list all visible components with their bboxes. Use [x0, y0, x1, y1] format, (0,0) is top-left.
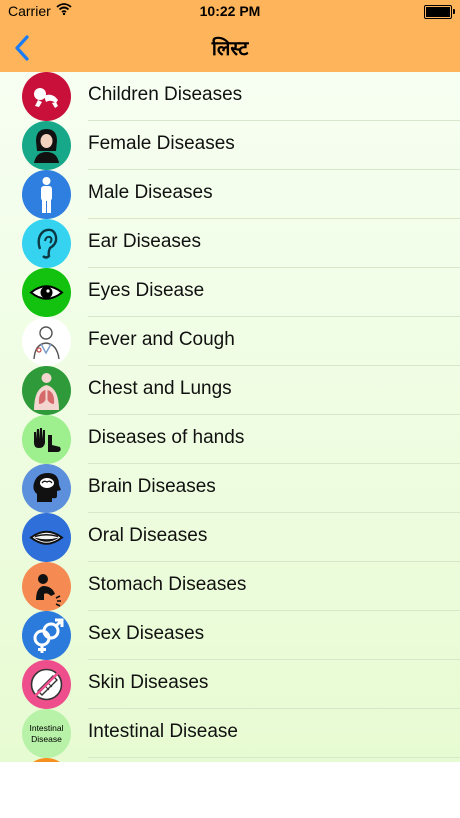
status-bar: Carrier 10:22 PM: [0, 0, 460, 22]
eye-icon: [22, 268, 71, 317]
list-item-female-diseases[interactable]: Female Diseases: [0, 121, 460, 170]
list-item-oral-diseases[interactable]: Oral Diseases: [0, 513, 460, 562]
list-item-label: Chest and Lungs: [88, 378, 232, 399]
gender-icon: [22, 611, 71, 660]
list-item-skin-diseases[interactable]: Skin Diseases: [0, 660, 460, 709]
list-item-label: Intestinal Disease: [88, 721, 238, 742]
list-item-fever-and-cough[interactable]: Fever and Cough: [0, 317, 460, 366]
list-item-label: Ear Diseases: [88, 231, 201, 252]
list-item-label: Sex Diseases: [88, 623, 205, 644]
list-item-label: Skin Diseases: [88, 672, 209, 693]
list-item-chest-and-lungs[interactable]: Chest and Lungs: [0, 366, 460, 415]
list-item-label: Female Diseases: [88, 133, 235, 154]
brain-icon: [22, 464, 71, 513]
man-icon: [22, 170, 71, 219]
list-item-label: Fever and Cough: [88, 329, 235, 350]
intestinal-icon: Intestinal Disease: [22, 709, 71, 758]
list-item-intestinal-disease[interactable]: Intestinal Disease Intestinal Disease: [0, 709, 460, 758]
list-item-stomach-diseases[interactable]: Stomach Diseases: [0, 562, 460, 611]
page-title: लिस्ट: [211, 36, 249, 60]
list-item-label: Brain Diseases: [88, 476, 216, 497]
list-item-diseases-of-hands[interactable]: Diseases of hands: [0, 415, 460, 464]
list-item-label: Diseases of hands: [88, 427, 245, 448]
list-item-ear-diseases[interactable]: Ear Diseases: [0, 219, 460, 268]
list-item-children-diseases[interactable]: Children Diseases: [0, 72, 460, 121]
disease-list: Children Diseases Female Diseases Male D…: [0, 72, 460, 762]
lungs-icon: [22, 366, 71, 415]
list-item-label: Children Diseases: [88, 84, 243, 105]
skin-icon: [22, 660, 71, 709]
bottom-area: [0, 762, 460, 818]
list-item-male-diseases[interactable]: Male Diseases: [0, 170, 460, 219]
status-time: 10:22 PM: [199, 3, 261, 19]
mouth-icon: [22, 513, 71, 562]
list-item-label: Eyes Disease: [88, 280, 205, 301]
woman-icon: [22, 121, 71, 170]
baby-icon: [22, 72, 71, 121]
list-item-sex-diseases[interactable]: Sex Diseases: [0, 611, 460, 660]
list-item-brain-diseases[interactable]: Brain Diseases: [0, 464, 460, 513]
battery-icon: [424, 5, 455, 19]
stomach-icon: [22, 562, 71, 611]
doctor-icon: [22, 317, 71, 366]
list-item-label: Stomach Diseases: [88, 574, 247, 595]
ear-icon: [22, 219, 71, 268]
list-item-eyes-disease[interactable]: Eyes Disease: [0, 268, 460, 317]
navigation-header: Carrier 10:22 PM लिस्ट: [0, 0, 460, 72]
list-item-label: Oral Diseases: [88, 525, 208, 546]
hand-foot-icon: [22, 415, 71, 464]
list-item-label: Male Diseases: [88, 182, 213, 203]
